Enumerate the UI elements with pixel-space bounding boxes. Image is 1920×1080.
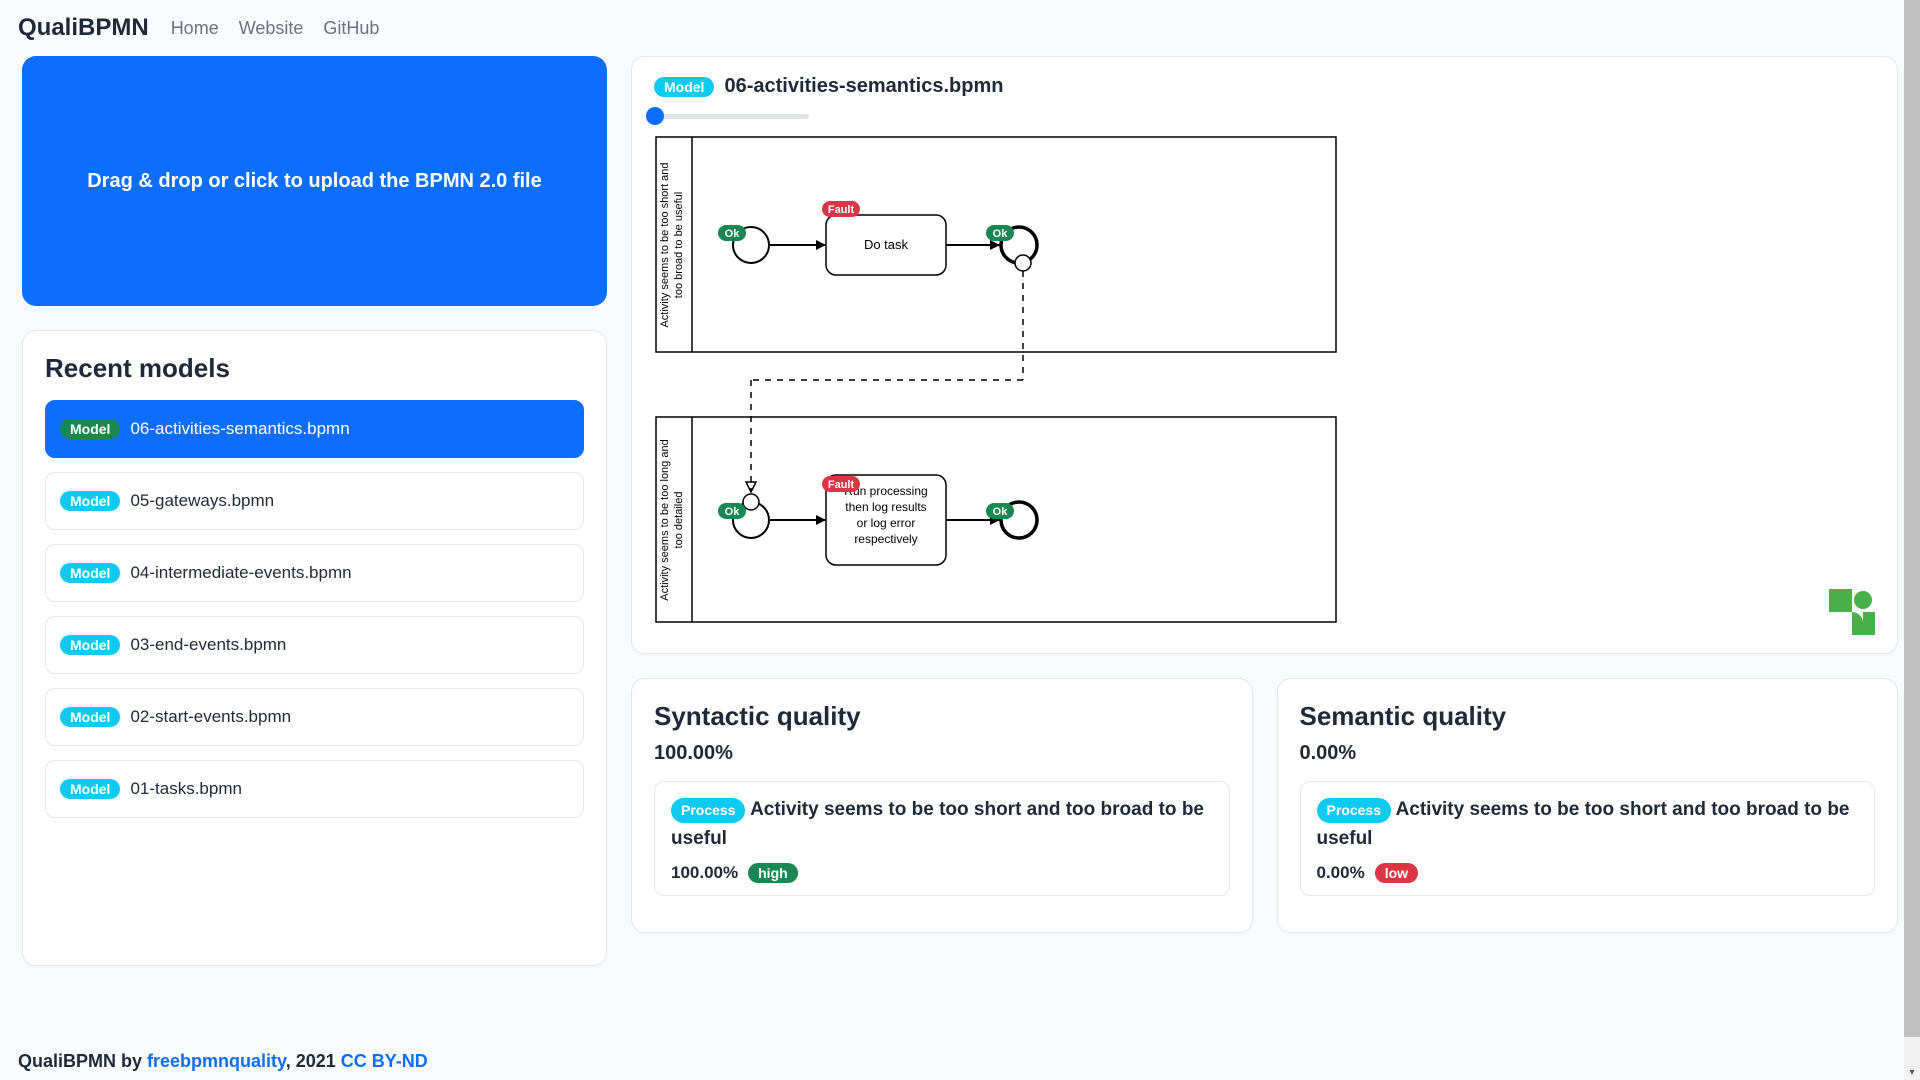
svg-text:too broad to be useful: too broad to be useful xyxy=(673,192,685,298)
model-name: 04-intermediate-events.bpmn xyxy=(130,563,351,583)
syntactic-title: Syntactic quality xyxy=(654,701,1230,732)
footer-license-link[interactable]: CC BY-ND xyxy=(341,1051,428,1071)
recent-models-card: Recent models Model 06-activities-semant… xyxy=(22,330,607,966)
nav-link-github[interactable]: GitHub xyxy=(323,18,379,39)
upload-text: Drag & drop or click to upload the BPMN … xyxy=(87,170,542,193)
semantic-item-text: Activity seems to be too short and too b… xyxy=(1317,799,1850,849)
syntactic-quality-card: Syntactic quality 100.00% Process Activi… xyxy=(631,678,1253,933)
page-scrollbar[interactable]: ▴ ▾ xyxy=(1904,0,1920,1080)
semantic-quality-card: Semantic quality 0.00% Process Activity … xyxy=(1277,678,1899,933)
semantic-pct: 0.00% xyxy=(1300,742,1876,765)
svg-text:Ok: Ok xyxy=(993,228,1009,240)
svg-text:Fault: Fault xyxy=(828,204,855,216)
model-item-04[interactable]: Model 04-intermediate-events.bpmn xyxy=(45,544,584,602)
recent-list[interactable]: Model 06-activities-semantics.bpmn Model… xyxy=(45,400,588,820)
model-badge: Model xyxy=(60,779,120,799)
model-item-03[interactable]: Model 03-end-events.bpmn xyxy=(45,616,584,674)
model-badge: Model xyxy=(60,635,120,655)
syntactic-item-text: Activity seems to be too short and too b… xyxy=(671,799,1204,849)
rating-badge: high xyxy=(748,863,798,883)
model-name: 05-gateways.bpmn xyxy=(130,491,274,511)
model-name: 02-start-events.bpmn xyxy=(130,707,291,727)
nav-link-home[interactable]: Home xyxy=(171,18,219,39)
rating-badge: low xyxy=(1375,863,1418,883)
model-item-06[interactable]: Model 06-activities-semantics.bpmn xyxy=(45,400,584,458)
model-item-02[interactable]: Model 02-start-events.bpmn xyxy=(45,688,584,746)
syntactic-item-pct: 100.00% xyxy=(671,863,738,883)
viewer-filename: 06-activities-semantics.bpmn xyxy=(724,75,1003,98)
brand[interactable]: QualiBPMN xyxy=(18,14,149,42)
semantic-item[interactable]: Process Activity seems to be too short a… xyxy=(1300,781,1876,896)
svg-text:Activity seems to be too short: Activity seems to be too short and xyxy=(659,162,671,327)
model-badge: Model xyxy=(60,491,120,511)
bpmn-diagram[interactable]: Activity seems to be too short and too b… xyxy=(654,135,1875,635)
process-badge: Process xyxy=(671,798,745,823)
scroll-down-icon[interactable]: ▾ xyxy=(1904,1064,1920,1080)
upload-dropzone[interactable]: Drag & drop or click to upload the BPMN … xyxy=(22,56,607,306)
zoom-slider[interactable] xyxy=(654,114,1875,119)
svg-text:Ok: Ok xyxy=(993,506,1009,518)
footer-author-link[interactable]: freebpmnquality xyxy=(147,1051,286,1071)
svg-text:or log error: or log error xyxy=(857,516,916,530)
svg-text:then log results: then log results xyxy=(845,500,926,514)
scroll-thumb[interactable] xyxy=(1904,0,1920,1037)
svg-text:Fault: Fault xyxy=(828,479,855,491)
navbar: QualiBPMN Home Website GitHub xyxy=(0,0,1920,56)
model-name: 06-activities-semantics.bpmn xyxy=(130,419,349,439)
svg-text:Do task: Do task xyxy=(864,237,909,252)
model-badge: Model xyxy=(60,563,120,583)
syntactic-pct: 100.00% xyxy=(654,742,1230,765)
bpmn-io-logo-icon[interactable] xyxy=(1829,589,1875,635)
nav-link-website[interactable]: Website xyxy=(239,18,304,39)
svg-text:respectively: respectively xyxy=(854,532,917,546)
svg-text:Activity seems to be too long: Activity seems to be too long and xyxy=(659,439,671,600)
recent-title: Recent models xyxy=(45,353,588,384)
semantic-title: Semantic quality xyxy=(1300,701,1876,732)
nav-links: Home Website GitHub xyxy=(171,18,380,39)
model-item-01[interactable]: Model 01-tasks.bpmn xyxy=(45,760,584,818)
model-item-05[interactable]: Model 05-gateways.bpmn xyxy=(45,472,584,530)
model-name: 03-end-events.bpmn xyxy=(130,635,286,655)
svg-text:too detailed: too detailed xyxy=(673,492,685,549)
svg-text:Ok: Ok xyxy=(725,228,741,240)
footer: QualiBPMN by freebpmnquality, 2021 CC BY… xyxy=(18,1051,428,1072)
svg-text:Ok: Ok xyxy=(725,506,741,518)
slider-thumb[interactable] xyxy=(646,107,664,125)
process-badge: Process xyxy=(1317,798,1391,823)
model-badge: Model xyxy=(60,707,120,727)
viewer-card: Model 06-activities-semantics.bpmn Activ… xyxy=(631,56,1898,654)
model-badge: Model xyxy=(60,419,120,439)
viewer-badge: Model xyxy=(654,77,714,97)
semantic-item-pct: 0.00% xyxy=(1317,863,1365,883)
syntactic-item[interactable]: Process Activity seems to be too short a… xyxy=(654,781,1230,896)
model-name: 01-tasks.bpmn xyxy=(130,779,242,799)
